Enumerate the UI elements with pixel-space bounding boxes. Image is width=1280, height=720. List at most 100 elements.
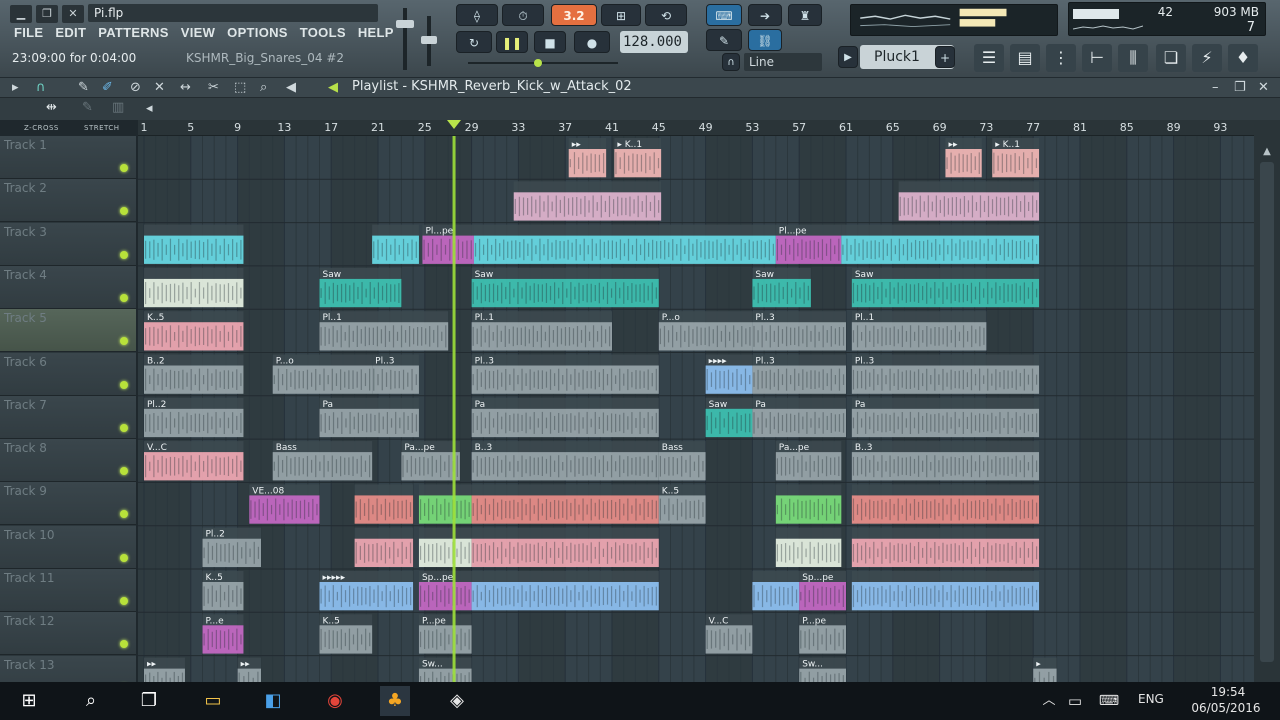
playlist-clip[interactable]: Pl..3 [851,354,1040,394]
track-mute-led[interactable] [120,553,128,562]
playlist-clip[interactable]: P...pe [799,614,846,654]
piano-roll-icon[interactable]: ▤ [1010,44,1040,72]
playlist-clip[interactable]: B..2 [144,354,244,394]
speaker-icon[interactable]: ◀ [286,80,296,95]
playlist-clip[interactable]: Pa...pe [401,441,460,481]
playlist-clip[interactable]: V...C [705,614,753,654]
playlist-clip[interactable] [144,267,244,308]
playlist-grid[interactable]: ▸▸ ▸ K..1 ▸▸ ▸ K..1 Pl...pe Pl...pe Saw Saw Saw S… [138,136,1254,682]
playlist-clip[interactable]: B..3 [471,441,659,481]
playhead-marker[interactable] [447,120,462,130]
playlist-clip[interactable]: K..5 [144,311,244,351]
mixer-icon[interactable]: ⫼ [1118,44,1148,72]
playlist-clip[interactable]: Sp...pe [799,571,846,611]
playlist-clip[interactable] [775,527,842,567]
playlist-clip[interactable] [851,527,1040,567]
track-header[interactable]: Track 11 [0,569,136,612]
track-mute-led[interactable] [120,380,128,389]
playlist-clip[interactable] [473,224,776,264]
browser-tree-icon[interactable]: ⊢ [1082,44,1112,72]
vertical-scrollbar[interactable]: ▲ [1254,120,1280,682]
playlist-clip[interactable]: Saw [705,397,753,438]
add-channel-button[interactable]: + [935,46,955,68]
playlist-clip[interactable]: P...pe [418,614,472,654]
slip-tool-icon[interactable]: ↔ [180,80,191,95]
playlist-clip[interactable]: Pl..2 [144,397,244,438]
playlist-clip[interactable]: Bass [658,441,706,481]
track-mute-led[interactable] [120,510,128,519]
channel-prev-icon[interactable]: ▶ [838,46,858,68]
song-position-slider[interactable] [468,59,618,67]
zoom-horizontal-icon[interactable]: ⇹ [46,100,57,115]
playlist-clip[interactable]: ▸▸ [568,138,607,178]
playlist-clip[interactable] [898,181,1040,221]
snap-selector[interactable]: Line [744,53,822,71]
zoom-tool-icon[interactable]: ⌕ [260,80,267,95]
track-mute-led[interactable] [120,597,128,605]
minimize-icon[interactable]: ▁ [10,5,32,23]
track-header[interactable]: Track 9 [0,482,136,526]
stretch-pencil-icon[interactable]: ✎ [82,100,93,115]
info-icon[interactable]: ♦ [1228,44,1258,72]
tray-date[interactable]: 06/05/2016 [1186,701,1266,715]
record-icon[interactable]: ● [574,31,610,53]
slice-tool-icon[interactable]: ✂ [208,80,219,95]
playlist-clip[interactable]: Saw [752,267,811,308]
track-mute-led[interactable] [120,164,128,172]
track-header[interactable]: Track 4 [0,265,136,309]
loop-icon[interactable]: ↻ [456,31,492,53]
playlist-clip[interactable]: P...o [272,354,373,394]
playlist-clip[interactable] [372,224,419,264]
magnet-snap-icon[interactable]: ∩ [36,80,46,95]
playlist-clip[interactable]: Pa...pe [775,441,842,481]
playlist-clip[interactable]: ▸▸ [144,657,185,682]
store-icon[interactable]: ◧ [258,686,288,716]
playlist-clip[interactable]: Pl..1 [319,311,449,351]
playlist-clip[interactable] [752,571,800,611]
scroll-thumb[interactable] [1260,162,1274,662]
playlist-clip[interactable]: ▸ K..1 [992,138,1040,178]
plugin-icon[interactable]: ⚡ [1192,44,1222,72]
select-tool-icon[interactable]: ⬚ [234,80,246,95]
playlist-clip[interactable] [851,571,1040,611]
stop-icon[interactable]: ■ [534,31,566,53]
tray-time[interactable]: 19:54 [1196,685,1260,699]
playlist-clip[interactable]: Pa [752,397,846,438]
pause-icon[interactable]: ❚❚ [496,31,528,53]
restore-icon[interactable]: ❐ [36,5,58,23]
playlist-clip[interactable]: Pa [319,397,419,438]
typing-keyboard-icon[interactable]: ⌨ [706,4,742,26]
playlist-clip[interactable]: Bass [272,441,373,481]
metronome-icon[interactable]: ⟠ [456,4,498,26]
menu-edit[interactable]: EDIT [49,24,92,44]
playlist-minimize-icon[interactable]: – [1212,80,1219,95]
playlist-clip[interactable] [418,484,472,524]
playlist-clip[interactable]: P...o [658,311,753,351]
playlist-clip[interactable]: Pa [471,397,659,438]
chrome-icon[interactable]: ◉ [320,686,350,716]
master-volume-slider[interactable] [395,6,415,72]
playlist-clip[interactable] [513,181,662,221]
track-header[interactable]: Track 1 [0,136,136,179]
playlist-clip[interactable]: P...e [202,614,244,654]
playlist-clip[interactable]: Pl...pe [422,224,474,264]
playlist-clip[interactable]: Pl..3 [752,354,846,394]
app-icon[interactable]: ◈ [442,686,472,716]
wait-input-icon[interactable]: ⏱ [502,4,544,26]
playlist-clip[interactable]: ▸▸▸▸ [705,354,753,394]
track-header[interactable]: Track 6 [0,352,136,396]
playlist-close-icon[interactable]: ✕ [1258,80,1269,95]
playlist-clip[interactable]: ▸ [1033,657,1057,682]
playlist-clip[interactable]: Saw [319,267,402,308]
playlist-clip[interactable]: Sw... [418,657,472,682]
step-edit-icon[interactable]: ⊞ [601,4,641,26]
arrow-right-icon[interactable]: ➔ [748,4,782,26]
playlist-clip[interactable]: Sp...pe [418,571,472,611]
track-header[interactable]: Track 8 [0,439,136,483]
playlist-clip[interactable]: Pl..1 [851,311,987,351]
track-mute-led[interactable] [120,337,128,346]
menu-options[interactable]: OPTIONS [221,24,294,44]
track-header[interactable]: Track 5 [0,309,136,353]
playlist-clip[interactable]: Pl..1 [471,311,612,351]
project-icon[interactable]: ❏ [1156,44,1186,72]
